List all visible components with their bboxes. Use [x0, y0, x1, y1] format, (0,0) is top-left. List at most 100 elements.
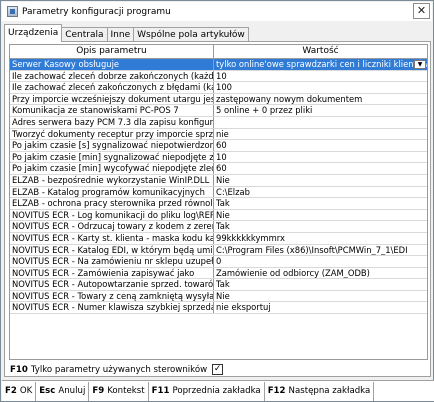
- param-description: Ile zachować zleceń dobrze zakończonych …: [12, 70, 214, 82]
- param-value[interactable]: 10: [214, 152, 427, 163]
- param-description: NOVITUS ECR - Karty st. klienta - maska …: [12, 232, 214, 244]
- param-value-text: 60: [216, 140, 227, 151]
- close-button[interactable]: ✕: [413, 3, 430, 19]
- filter-checkbox[interactable]: ✓: [212, 364, 224, 375]
- param-value[interactable]: Zamówienie od odbiorcy (ZAM_ODB): [214, 268, 427, 279]
- table-row[interactable]: NOVITUS ECR - Karty st. klienta - maska …: [10, 232, 427, 245]
- title-bar[interactable]: Parametry konfiguracji programu ✕: [2, 2, 432, 21]
- table-row[interactable]: NOVITUS ECR - Zamówienia zapisywać jako Z…: [10, 267, 427, 280]
- filter-key: F10: [10, 364, 28, 375]
- param-description: Po jakim czasie [min] wycofywać niepodję…: [12, 163, 214, 174]
- fkey-key: F11: [151, 386, 170, 396]
- tab-urzadzenia[interactable]: Urządzenia: [4, 24, 63, 42]
- fkey-label: Następna zakładka: [288, 386, 371, 396]
- table-row[interactable]: Po jakim czasie [min] sygnalizować niepo…: [10, 151, 427, 164]
- param-value[interactable]: Nie: [214, 175, 427, 186]
- param-value[interactable]: Nie: [214, 291, 427, 302]
- table-row[interactable]: Serwer Kasowy obsługuje tylko online'owe …: [10, 59, 427, 71]
- dropdown-arrow-icon[interactable]: ▼: [414, 60, 426, 69]
- param-value-text: 5 online + 0 przez pliki: [216, 105, 313, 116]
- table-row[interactable]: NOVITUS ECR - Numer klawisza szybkiej sp…: [10, 302, 427, 315]
- table-row[interactable]: ELZAB - bezpośrednie wykorzystanie WinIP…: [10, 174, 427, 187]
- param-value[interactable]: [214, 117, 427, 128]
- param-description: Po jakim czasie [min] sygnalizować niepo…: [12, 151, 214, 163]
- param-description: NOVITUS ECR - Zamówienia zapisywać jako: [10, 267, 214, 279]
- param-description: Adres serwera bazy PCM 7.3 dla zapisu ko…: [12, 116, 214, 128]
- tab-wspolne-pola[interactable]: Wspólne pola artykułów: [133, 27, 249, 42]
- param-description: Komunikacja ze stanowiskami PC-POS 7: [10, 105, 214, 116]
- param-value-text: Nie: [216, 209, 230, 220]
- table-row[interactable]: Przy imporcie wcześniejszy dokument utar…: [10, 93, 427, 106]
- fkey-label: Kontekst: [107, 386, 145, 396]
- param-value-text: 10: [216, 70, 227, 81]
- tab-inne[interactable]: Inne: [106, 27, 135, 42]
- param-value-text: Nie: [216, 174, 230, 185]
- param-value[interactable]: tylko online'owe sprawdzarki cen i liczn…: [214, 59, 427, 70]
- tab-panel: Opis parametru Wartość Serwer Kasowy obs…: [4, 41, 431, 377]
- param-value[interactable]: 99kkkkkkymmrx: [214, 233, 427, 244]
- table-row[interactable]: Komunikacja ze stanowiskami PC-POS 75 on…: [10, 105, 427, 117]
- fkey-esc[interactable]: Esc Anuluj: [36, 381, 90, 401]
- table-row[interactable]: Ile zachować zleceń dobrze zakończonych …: [10, 70, 427, 83]
- param-value[interactable]: 60: [214, 140, 427, 151]
- param-value-text: Tak: [216, 198, 230, 209]
- param-description: NOVITUS ECR - Autopowtarzanie sprzed. to…: [12, 279, 214, 290]
- fkey-f2[interactable]: F2 OK: [2, 381, 37, 401]
- param-description: ELZAB - Katalog programów komunikacyjnyc…: [10, 186, 214, 198]
- table-row[interactable]: NOVITUS ECR - Autopowtarzanie sprzed. to…: [10, 279, 427, 291]
- column-header-param[interactable]: Opis parametru: [10, 45, 214, 58]
- table-row[interactable]: Po jakim czasie [min] wycofywać niepodję…: [10, 163, 427, 175]
- param-value-text: Nie: [216, 290, 230, 301]
- fkey-key: F2: [5, 386, 17, 396]
- table-row[interactable]: NOVITUS ECR - Na zamówieniu nr sklepu uz…: [10, 256, 427, 268]
- param-value[interactable]: Tak: [214, 198, 427, 209]
- param-value[interactable]: 10: [214, 71, 427, 82]
- param-value[interactable]: 100: [214, 82, 427, 93]
- tab-centrala[interactable]: Centrala: [61, 27, 108, 42]
- filter-bar: F10 Tylko parametry używanych sterownikó…: [10, 364, 224, 375]
- filter-label: Tylko parametry używanych sterowników: [30, 364, 208, 375]
- window-title: Parametry konfiguracji programu: [22, 6, 171, 17]
- param-value[interactable]: C:\Program Files (x86)\Insoft\PCMWin_7_1…: [214, 245, 427, 256]
- param-description: Tworzyć dokumenty receptur przy imporcie…: [12, 128, 214, 140]
- param-description: NOVITUS ECR - Odrzucaj towary z kodem z …: [12, 221, 214, 232]
- param-value-text: nie: [216, 128, 229, 139]
- tab-strip: Urządzenia Centrala Inne Wspólne pola ar…: [4, 24, 249, 42]
- fkey-key: Esc: [39, 386, 56, 396]
- table-row[interactable]: Adres serwera bazy PCM 7.3 dla zapisu ko…: [10, 116, 427, 129]
- param-value[interactable]: 0: [214, 256, 427, 267]
- param-value[interactable]: 5 online + 0 przez pliki: [214, 105, 427, 116]
- fkey-f9[interactable]: F9 Kontekst: [89, 381, 149, 401]
- param-value[interactable]: nie eksportuj: [214, 302, 427, 313]
- param-value-text: zastępowany nowym dokumentem: [216, 93, 363, 104]
- param-description: NOVITUS ECR - Towary z ceną zamkniętą wy…: [12, 290, 214, 302]
- fkey-f11[interactable]: F11 Poprzednia zakładka: [149, 381, 265, 401]
- param-value[interactable]: zastępowany nowym dokumentem: [214, 94, 427, 105]
- param-value[interactable]: nie: [214, 129, 427, 140]
- table-row[interactable]: NOVITUS ECR - Odrzucaj towary z kodem z …: [10, 221, 427, 233]
- table-row[interactable]: ELZAB - ochrona pracy sterownika przed r…: [10, 198, 427, 210]
- param-value[interactable]: C:\Elzab: [214, 187, 427, 198]
- param-value[interactable]: Nie: [214, 210, 427, 221]
- table-row[interactable]: NOVITUS ECR - Log komunikacji do pliku l…: [10, 209, 427, 222]
- table-row[interactable]: NOVITUS ECR - Katalog EDI, w którym będą…: [10, 244, 427, 257]
- param-value[interactable]: Tak: [214, 221, 427, 232]
- fkey-f12[interactable]: F12 Następna zakładka: [265, 381, 375, 401]
- param-value-text: nie eksportuj: [216, 302, 271, 313]
- table-row[interactable]: NOVITUS ECR - Towary z ceną zamkniętą wy…: [10, 290, 427, 303]
- table-row[interactable]: ELZAB - Katalog programów komunikacyjnyc…: [10, 186, 427, 199]
- column-header-value[interactable]: Wartość: [214, 45, 427, 58]
- param-value[interactable]: 60: [214, 163, 427, 174]
- table-row[interactable]: Po jakim czasie [s] sygnalizować niepotw…: [10, 140, 427, 152]
- param-description: ELZAB - ochrona pracy sterownika przed r…: [12, 198, 214, 209]
- grid-header: Opis parametru Wartość: [10, 45, 427, 59]
- param-value[interactable]: Tak: [214, 279, 427, 290]
- table-row[interactable]: Tworzyć dokumenty receptur przy imporcie…: [10, 128, 427, 141]
- parameters-grid[interactable]: Opis parametru Wartość Serwer Kasowy obs…: [9, 44, 428, 360]
- param-description: ELZAB - bezpośrednie wykorzystanie WinIP…: [10, 174, 214, 186]
- param-value-text: 60: [216, 163, 227, 174]
- param-description: NOVITUS ECR - Numer klawisza szybkiej sp…: [12, 302, 214, 314]
- table-row[interactable]: Ile zachować zleceń zakończonych z błęda…: [10, 82, 427, 94]
- param-description: Serwer Kasowy obsługuje: [10, 59, 214, 70]
- fkey-key: F12: [267, 386, 286, 396]
